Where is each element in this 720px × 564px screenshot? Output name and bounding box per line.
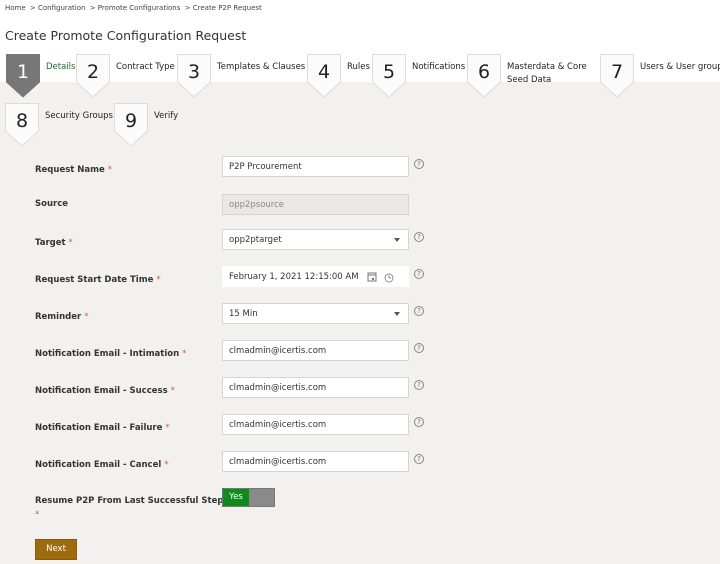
step-number: 6 <box>477 61 491 83</box>
step-badge: 6 <box>467 54 501 104</box>
step-number: 3 <box>187 61 201 83</box>
step-label: Templates & Clauses <box>217 62 306 72</box>
breadcrumb-promote-configurations[interactable]: > Promote Configurations <box>90 4 181 12</box>
step-number: 7 <box>610 61 624 83</box>
step-label: Notifications <box>412 62 466 72</box>
clock-icon[interactable] <box>384 273 394 283</box>
email-success-label: Notification Email - Success * <box>35 386 175 396</box>
email-intimation-input[interactable]: clmadmin@icertis.com <box>222 340 409 361</box>
help-icon[interactable]: ? <box>414 159 424 169</box>
source-input: opp2psource <box>222 194 409 215</box>
breadcrumb: Home > Configuration > Promote Configura… <box>5 4 264 12</box>
email-success-input[interactable]: clmadmin@icertis.com <box>222 377 409 398</box>
email-failure-input[interactable]: clmadmin@icertis.com <box>222 414 409 435</box>
breadcrumb-configuration[interactable]: > Configuration <box>30 4 86 12</box>
email-cancel-input[interactable]: clmadmin@icertis.com <box>222 451 409 472</box>
resume-toggle[interactable]: Yes <box>222 488 275 507</box>
breadcrumb-home[interactable]: Home <box>5 4 26 12</box>
request-name-label: Request Name * <box>35 165 113 175</box>
step-label: Verify <box>154 111 179 121</box>
next-button[interactable]: Next <box>35 539 77 560</box>
step-label: Users & User groups <box>640 62 720 72</box>
reminder-label: Reminder * <box>35 312 89 322</box>
toggle-yes: Yes <box>223 489 249 506</box>
step-badge: 5 <box>372 54 406 104</box>
chevron-down-icon <box>394 312 400 316</box>
step-badge: 7 <box>600 54 634 104</box>
step-number: 4 <box>317 61 331 83</box>
help-icon[interactable]: ? <box>414 380 424 390</box>
help-icon[interactable]: ? <box>414 417 424 427</box>
help-icon[interactable]: ? <box>414 306 424 316</box>
request-name-input[interactable]: P2P Prcourement <box>222 156 409 177</box>
step-label: Rules <box>347 62 370 72</box>
help-icon[interactable]: ? <box>414 454 424 464</box>
step-label: Security Groups <box>45 111 113 121</box>
step-badge: 9 <box>114 103 148 153</box>
target-select[interactable]: opp2ptarget <box>222 229 409 250</box>
start-datetime-input[interactable]: February 1, 2021 12:15:00 AM <box>222 266 409 287</box>
email-cancel-label: Notification Email - Cancel * <box>35 460 169 470</box>
step-badge: 8 <box>5 103 39 153</box>
breadcrumb-current: > Create P2P Request <box>184 4 262 12</box>
step-number: 8 <box>15 110 29 132</box>
step-number: 5 <box>382 61 396 83</box>
step-badge: 3 <box>177 54 211 104</box>
start-datetime-label: Request Start Date Time * <box>35 275 161 285</box>
step-number: 2 <box>86 61 100 83</box>
step-label: Masterdata & Core Seed Data <box>507 62 587 85</box>
chevron-down-icon <box>394 238 400 242</box>
step-label: Contract Type <box>116 62 175 72</box>
help-icon[interactable]: ? <box>414 343 424 353</box>
help-icon[interactable]: ? <box>414 269 424 279</box>
step-badge: 1 <box>6 54 40 104</box>
calendar-icon[interactable] <box>367 272 377 282</box>
step-badge: 2 <box>76 54 110 104</box>
source-label: Source <box>35 199 69 209</box>
email-failure-label: Notification Email - Failure * <box>35 423 170 433</box>
step-number: 9 <box>124 110 138 132</box>
email-intimation-label: Notification Email - Intimation * <box>35 349 187 359</box>
target-label: Target * <box>35 238 73 248</box>
step-badge: 4 <box>307 54 341 104</box>
help-icon[interactable]: ? <box>414 232 424 242</box>
step-number: 1 <box>16 61 30 83</box>
resume-label: Resume P2P From Last Successful Step * <box>35 496 224 520</box>
page-title: Create Promote Configuration Request <box>5 28 247 43</box>
step-label: Details <box>46 62 76 72</box>
reminder-select[interactable]: 15 Min <box>222 303 409 324</box>
